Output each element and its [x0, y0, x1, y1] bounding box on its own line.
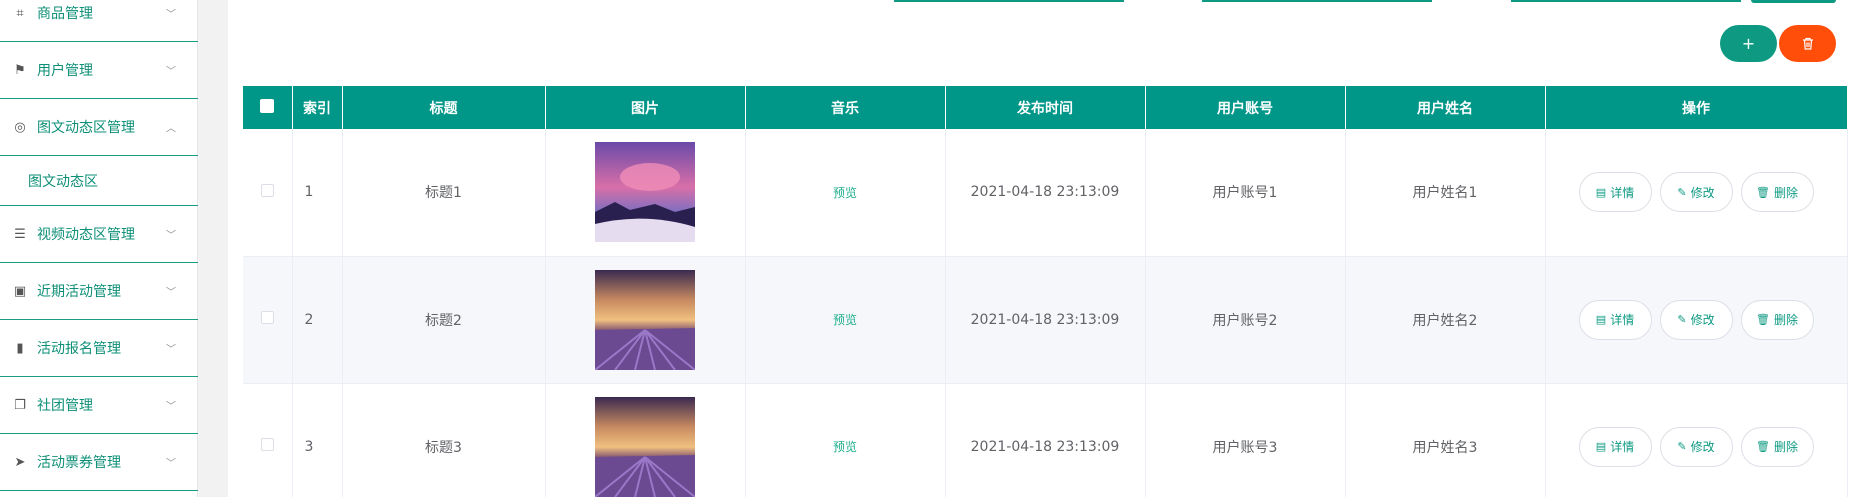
delete-button[interactable]: 🗑 删除 — [1740, 172, 1814, 213]
trash-icon — [1802, 37, 1813, 50]
sidebar-item-image-feed[interactable]: ◎ 图文动态区管理 ︿ — [0, 99, 198, 156]
row-username: 用户姓名3 — [1345, 383, 1546, 497]
edit-button[interactable]: ✎ 修改 — [1659, 426, 1733, 467]
chevron-down-icon: ﹀ — [166, 287, 176, 299]
row-username: 用户姓名1 — [1345, 129, 1546, 257]
music-preview-link[interactable]: 预览 — [833, 440, 857, 454]
table-row: 3 标题3 预览 2021-04-18 23:13:09 用户账号3 用户姓名3 — [243, 383, 1848, 497]
edit-icon: ✎ — [1677, 440, 1687, 453]
column-header: 操作 — [1545, 86, 1848, 129]
table-row: 2 标题2 预览 2021-04-18 23:13:09 用户账号2 用户姓名2 — [243, 256, 1848, 384]
column-header: 用户账号 — [1145, 86, 1346, 129]
music-preview-link[interactable]: 预览 — [833, 313, 857, 327]
sidebar-item-recent-events[interactable]: ▣ 近期活动管理 ﹀ — [0, 263, 198, 320]
column-header: 发布时间 — [945, 86, 1146, 129]
row-publish-time: 2021-04-18 23:13:09 — [945, 256, 1146, 384]
row-title: 标题3 — [342, 383, 546, 497]
delete-button[interactable]: 🗑 删除 — [1740, 426, 1814, 467]
row-checkbox[interactable] — [243, 256, 293, 384]
send-icon: ➤ — [14, 454, 26, 470]
column-header: 标题 — [342, 86, 546, 129]
sidebar-item-video-feed[interactable]: ☰ 视频动态区管理 ﹀ — [0, 206, 198, 263]
row-publish-time: 2021-04-18 23:13:09 — [945, 129, 1146, 257]
sliders-icon: ☰ — [14, 226, 26, 242]
chevron-down-icon: ﹀ — [166, 401, 176, 413]
compass-icon: ◎ — [14, 119, 26, 135]
sidebar-item-signups[interactable]: ▮ 活动报名管理 ﹀ — [0, 320, 198, 377]
search-button[interactable] — [1751, 0, 1836, 3]
search-input[interactable] — [1511, 0, 1741, 2]
document-icon: ▤ — [1595, 313, 1607, 326]
search-input[interactable] — [1202, 0, 1432, 2]
column-header: 音乐 — [745, 86, 946, 129]
sidebar-item-label: 近期活动管理 — [37, 284, 121, 300]
search-input[interactable] — [894, 0, 1124, 2]
plus-icon: + — [1741, 34, 1756, 53]
add-button[interactable]: + — [1720, 25, 1777, 62]
sidebar-subitem-image-feed[interactable]: 图文动态区 — [0, 156, 198, 206]
sidebar-gutter — [198, 0, 228, 497]
sidebar-item-label: 社团管理 — [37, 398, 93, 414]
detail-button[interactable]: ▤ 详情 — [1578, 426, 1652, 467]
edit-button[interactable]: ✎ 修改 — [1659, 299, 1733, 340]
sidebar: ⌗ 商品管理 ﹀ ⚑ 用户管理 ﹀ ◎ 图文动态区管理 ︿ 图文动态区 ☰ 视频… — [0, 0, 198, 497]
column-header: 用户姓名 — [1345, 86, 1546, 129]
thumbnail-image[interactable] — [595, 142, 695, 243]
bar-chart-icon: ▮ — [16, 340, 24, 356]
row-checkbox[interactable] — [243, 129, 293, 257]
crop-icon: ⌗ — [16, 5, 24, 21]
table-header-row: 索引 标题 图片 音乐 发布时间 用户账号 用户姓名 操作 — [243, 86, 1848, 129]
row-title: 标题2 — [342, 256, 546, 384]
trash-icon: 🗑 — [1756, 440, 1770, 453]
row-account: 用户账号1 — [1145, 129, 1346, 257]
chevron-down-icon: ﹀ — [166, 230, 176, 242]
sidebar-item-label: 活动报名管理 — [37, 341, 121, 357]
sidebar-item-tickets[interactable]: ➤ 活动票券管理 ﹀ — [0, 434, 198, 491]
edit-icon: ✎ — [1677, 313, 1687, 326]
document-icon: ▤ — [1595, 440, 1607, 453]
detail-button[interactable]: ▤ 详情 — [1578, 172, 1652, 213]
row-account: 用户账号3 — [1145, 383, 1346, 497]
sidebar-item-users[interactable]: ⚑ 用户管理 ﹀ — [0, 42, 198, 99]
data-table: 索引 标题 图片 音乐 发布时间 用户账号 用户姓名 操作 1 标题1 预览 2… — [243, 86, 1848, 497]
music-preview-link[interactable]: 预览 — [833, 186, 857, 200]
chevron-up-icon: ︿ — [166, 123, 176, 135]
batch-delete-button[interactable] — [1779, 25, 1836, 62]
clipboard-icon: ▣ — [13, 283, 27, 299]
sidebar-item-label: 活动票券管理 — [37, 455, 121, 471]
chevron-down-icon: ﹀ — [166, 458, 176, 470]
detail-button[interactable]: ▤ 详情 — [1578, 299, 1652, 340]
chevron-down-icon: ﹀ — [166, 66, 176, 78]
edit-icon: ✎ — [1677, 185, 1687, 199]
thumbnail-image[interactable] — [595, 396, 695, 497]
row-index: 1 — [292, 129, 343, 257]
row-title: 标题1 — [342, 129, 546, 257]
delete-button[interactable]: 🗑 删除 — [1740, 299, 1814, 340]
copy-icon: ❐ — [14, 397, 26, 413]
row-index: 3 — [292, 383, 343, 497]
row-username: 用户姓名2 — [1345, 256, 1546, 384]
row-account: 用户账号2 — [1145, 256, 1346, 384]
column-header: 图片 — [545, 86, 746, 129]
sidebar-item-label: 商品管理 — [37, 6, 93, 22]
flag-icon: ⚑ — [14, 62, 26, 78]
row-publish-time: 2021-04-18 23:13:09 — [945, 383, 1146, 497]
sidebar-item-clubs[interactable]: ❐ 社团管理 ﹀ — [0, 377, 198, 434]
table-row: 1 标题1 预览 2021-04-18 23:13:09 用户账号1 用户姓名1… — [243, 129, 1848, 257]
edit-button[interactable]: ✎ 修改 — [1659, 172, 1733, 213]
column-header: 索引 — [292, 86, 343, 129]
document-icon: ▤ — [1595, 185, 1607, 199]
row-index: 2 — [292, 256, 343, 384]
sidebar-item-label: 视频动态区管理 — [37, 227, 135, 243]
sidebar-item-label: 用户管理 — [37, 63, 93, 79]
trash-icon: 🗑 — [1756, 313, 1770, 326]
row-checkbox[interactable] — [243, 383, 293, 497]
sidebar-item-label: 图文动态区管理 — [37, 120, 135, 136]
trash-icon: 🗑 — [1756, 185, 1770, 199]
chevron-down-icon: ﹀ — [166, 344, 176, 356]
thumbnail-image[interactable] — [595, 269, 695, 370]
chevron-down-icon: ﹀ — [166, 9, 176, 21]
sidebar-item-goods[interactable]: ⌗ 商品管理 ﹀ — [0, 0, 198, 42]
select-all-checkbox[interactable] — [243, 86, 293, 129]
